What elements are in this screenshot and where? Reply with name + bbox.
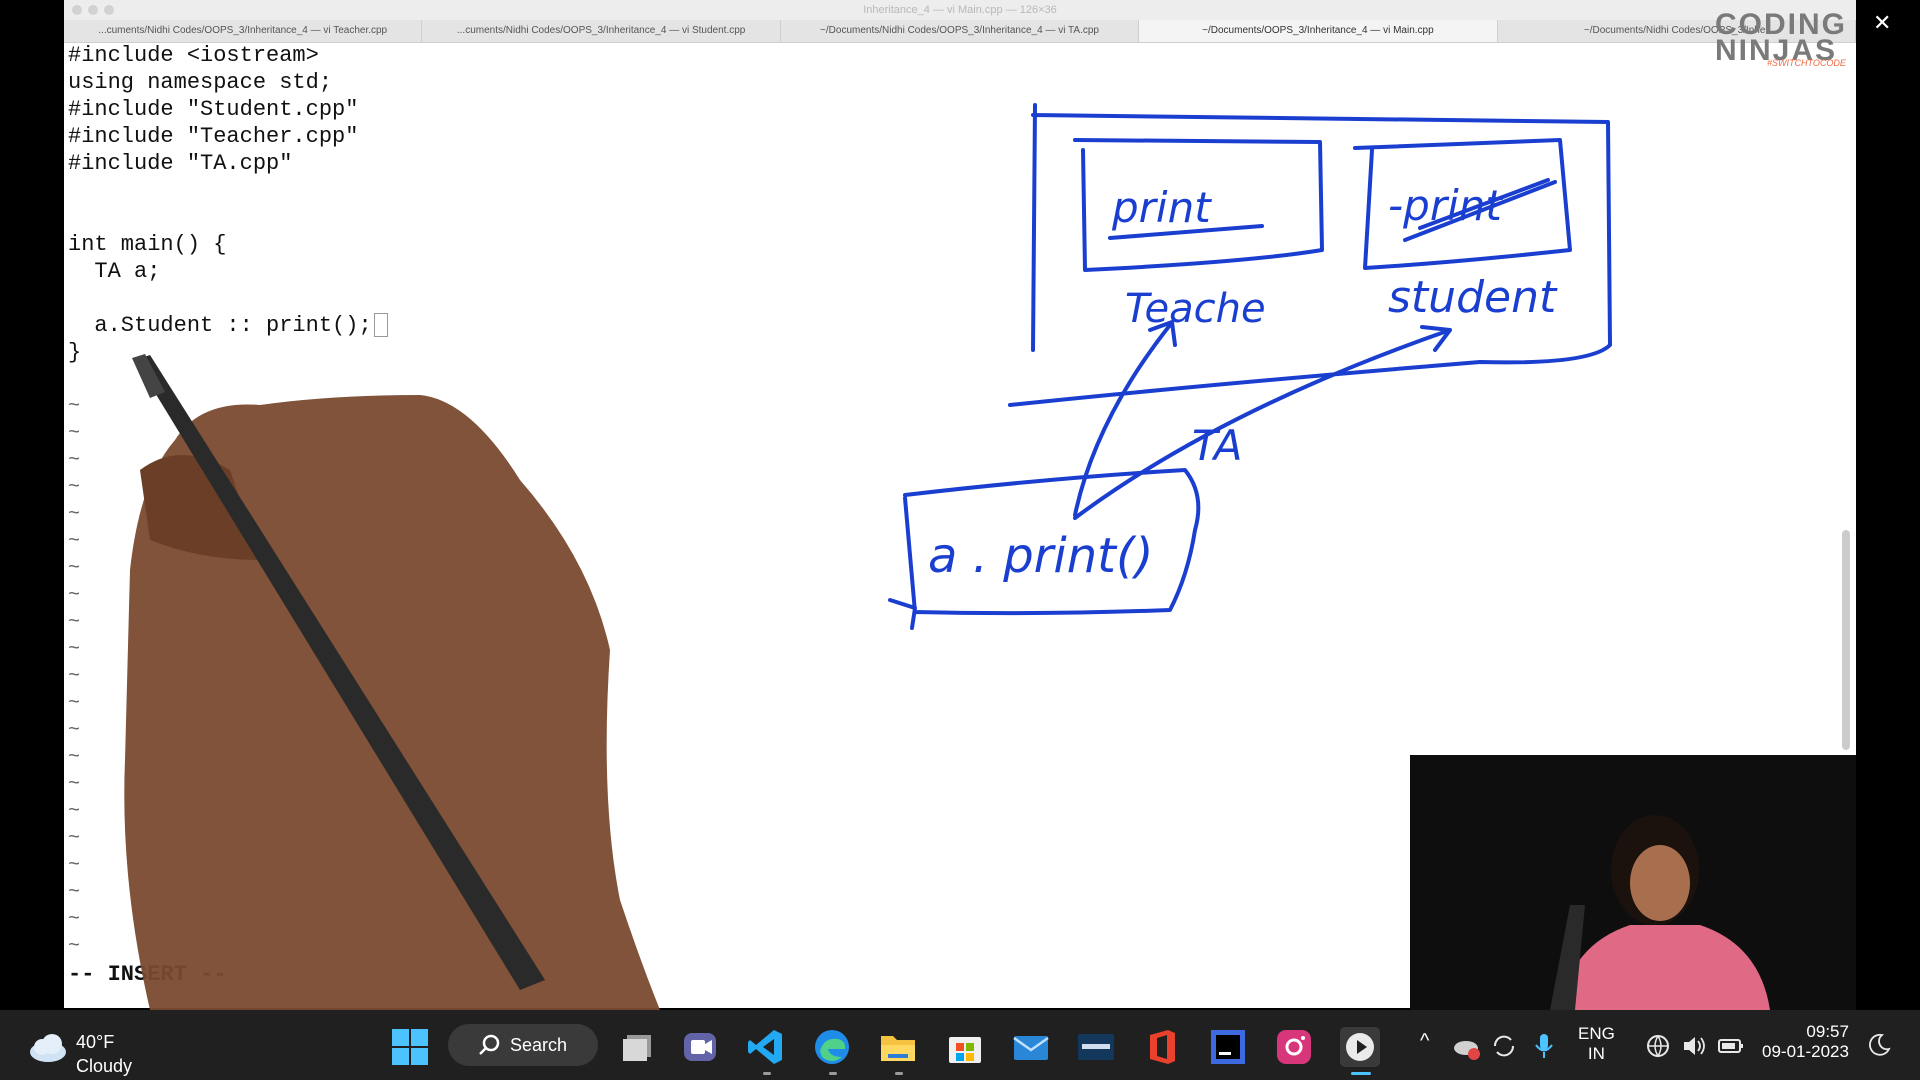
clock-time: 09:57 [1806, 1022, 1849, 1041]
vscode-running-indicator [763, 1072, 771, 1075]
weather-description: Cloudy [76, 1056, 133, 1076]
media-player-active-indicator [1351, 1072, 1371, 1075]
taskbar-search[interactable]: Search [448, 1024, 598, 1066]
region-code: IN [1587, 1044, 1605, 1063]
close-icon[interactable]: ✕ [1873, 10, 1891, 36]
edge-running-indicator [829, 1072, 837, 1075]
edge-icon[interactable] [812, 1027, 852, 1067]
explorer-running-indicator [895, 1072, 903, 1075]
mysql-icon[interactable] [1076, 1027, 1116, 1067]
brand-tagline: #SWITCHTOCODE [1767, 58, 1846, 68]
search-icon [479, 1034, 500, 1055]
intellij-icon[interactable] [1208, 1027, 1248, 1067]
video-frame: Inheritance_4 — vi Main.cpp — 126×36 ...… [0, 0, 1920, 1010]
notification-moon-icon[interactable] [1866, 1032, 1892, 1058]
chevron-up-icon[interactable]: ^ [1420, 1030, 1429, 1053]
clock-date: 09-01-2023 [1762, 1042, 1849, 1061]
start-icon[interactable] [390, 1027, 430, 1067]
office-icon[interactable] [1142, 1027, 1182, 1067]
vscode-icon[interactable] [746, 1027, 786, 1067]
teams-icon[interactable] [680, 1027, 720, 1067]
instagram-icon[interactable] [1274, 1027, 1314, 1067]
windows-taskbar: 40°F Cloudy Search ^ ENG IN 09:57 09-01-… [0, 1010, 1920, 1080]
brand-logo: CODING NINJAS #SWITCHTOCODE [1715, 8, 1846, 70]
language-code: ENG [1578, 1024, 1615, 1043]
task-view-icon[interactable] [617, 1027, 657, 1067]
battery-icon[interactable] [1717, 1034, 1745, 1058]
volume-icon[interactable] [1680, 1032, 1708, 1060]
search-label: Search [510, 1035, 568, 1055]
file-explorer-icon[interactable] [878, 1027, 918, 1067]
mail-icon[interactable] [1011, 1027, 1051, 1067]
media-player-icon[interactable] [1340, 1027, 1380, 1067]
onedrive-icon[interactable] [1452, 1032, 1482, 1062]
sync-icon[interactable] [1490, 1032, 1518, 1060]
clock[interactable]: 09:57 09-01-2023 [1762, 1022, 1849, 1062]
weather-temperature: 40°F [76, 1032, 115, 1052]
webcam-feed [1410, 755, 1856, 1010]
language-indicator[interactable]: ENG IN [1578, 1024, 1615, 1064]
cloud-icon [30, 1034, 66, 1062]
network-icon[interactable] [1644, 1032, 1672, 1060]
microphone-icon[interactable] [1532, 1032, 1556, 1060]
store-icon[interactable] [945, 1027, 985, 1067]
